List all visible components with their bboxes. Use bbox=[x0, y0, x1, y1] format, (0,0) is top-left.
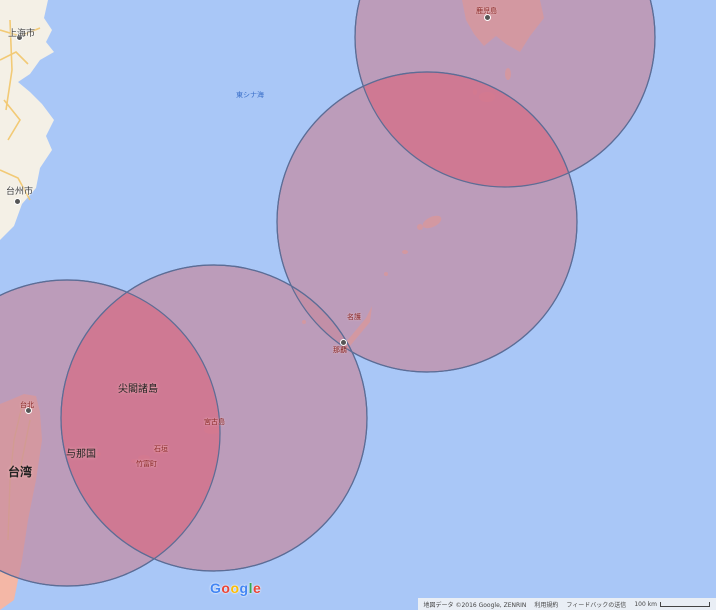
scale-bar bbox=[660, 601, 710, 607]
label-naha: 那覇 bbox=[333, 346, 347, 354]
label-kagoshima: 鹿児島 bbox=[476, 7, 497, 15]
label-yonaguni: 与那国 bbox=[66, 449, 96, 460]
label-taipei: 台北 bbox=[20, 401, 34, 409]
scale-indicator: 100 km bbox=[634, 601, 710, 608]
terms-link[interactable]: 利用規約 bbox=[534, 600, 558, 609]
label-shanghai: 上海市 bbox=[8, 29, 36, 39]
google-logo-text: Google bbox=[210, 580, 262, 596]
label-ishigaki: 石垣 bbox=[154, 445, 168, 453]
map-footer: 地図データ ©2016 Google, ZENRIN 利用規約 フィードバックの… bbox=[417, 598, 716, 610]
map-data-attribution: 地図データ ©2016 Google, ZENRIN bbox=[423, 601, 527, 609]
map-canvas[interactable]: 上海市 台州市 東シナ海 鹿児島 名護 那覇 台北 台湾 尖閣諸島 与那国 宮古… bbox=[0, 0, 716, 610]
map-graphics bbox=[0, 0, 656, 610]
kagoshima-marker-icon bbox=[484, 14, 491, 21]
google-logo[interactable]: Google bbox=[210, 580, 261, 596]
label-east-china-sea: 東シナ海 bbox=[236, 91, 264, 99]
label-nago: 名護 bbox=[347, 313, 361, 321]
label-taiwan: 台湾 bbox=[8, 465, 33, 479]
label-miyako: 宮古島 bbox=[204, 418, 225, 426]
taizhou-marker-icon bbox=[14, 198, 21, 205]
label-taizhou: 台州市 bbox=[6, 187, 34, 197]
label-taketomi: 竹富町 bbox=[136, 460, 157, 468]
naha-marker-icon bbox=[340, 339, 347, 346]
feedback-link[interactable]: フィードバックの送信 bbox=[566, 600, 626, 609]
scale-label: 100 km bbox=[634, 600, 657, 608]
label-senkaku: 尖閣諸島 bbox=[118, 384, 158, 395]
